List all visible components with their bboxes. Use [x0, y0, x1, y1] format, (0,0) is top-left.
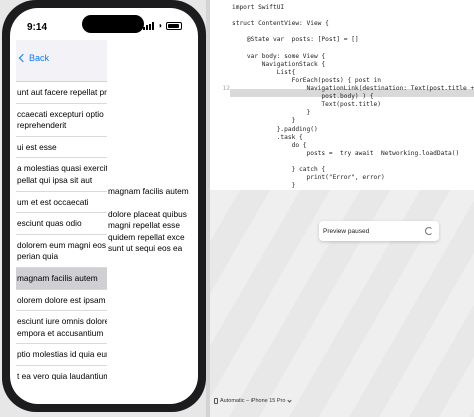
cellular-signal-icon	[143, 21, 155, 30]
list-item-label: magnam facilis autem	[17, 272, 98, 283]
back-button[interactable]: Back	[18, 53, 49, 63]
code-line: NavigationLink(destination: Text(post.ti…	[232, 85, 474, 92]
list-item-label: a molestias quasi exercitatiopellat qui …	[17, 163, 107, 185]
refresh-icon[interactable]	[425, 227, 433, 235]
chevron-down-icon	[287, 397, 293, 403]
list-item[interactable]: ccaecati excepturi optio reprehenderit	[16, 103, 107, 137]
list-item-label: esciunt quas odio	[17, 218, 82, 229]
code-line: import SwiftUI	[232, 4, 285, 11]
code-line: List{	[232, 68, 296, 76]
posts-list: Back unt aut facere repellat provi ccaec…	[16, 40, 107, 380]
back-label: Back	[29, 53, 50, 63]
phone-icon	[214, 398, 218, 404]
list-item-label: ccaecati excepturi optio reprehenderit	[17, 108, 104, 131]
status-time: 9:14	[27, 22, 48, 33]
code-line: }	[232, 182, 296, 190]
code-line: .task {	[232, 133, 303, 141]
detail-body-line: magni repellat esse	[108, 220, 180, 231]
code-line: Text(post.title)	[232, 101, 382, 109]
list-item[interactable]: olorem dolore est ipsam	[16, 289, 107, 312]
list-item[interactable]: dolorem eum magni eos perian quia	[16, 234, 107, 268]
list-item[interactable]: ptio molestias id quia eum	[16, 344, 107, 366]
code-line: struct ContentView: View {	[232, 20, 329, 28]
list-item-label: um et est occaecati	[17, 196, 89, 207]
device-label: Automatic – iPhone 15 Pro	[220, 398, 286, 404]
list-item[interactable]: a molestias quasi exercitatiopellat qui …	[16, 158, 107, 192]
preview-paused-banner: Preview paused	[319, 221, 439, 241]
code-line: }	[232, 109, 311, 117]
code-line: print("Error", error)	[232, 174, 385, 182]
list-item-label: esciunt iure omnis dolorem empora et accu…	[17, 316, 107, 338]
code-line: } catch {	[232, 166, 326, 173]
chevron-left-icon	[18, 53, 28, 63]
list-item-label: ui est esse	[17, 141, 57, 152]
list-item[interactable]: t ea vero quia laudantium	[16, 365, 107, 380]
preview-canvas: Preview paused Automatic – iPhone 15 Pro	[210, 190, 474, 417]
status-indicators: ◗	[143, 21, 182, 30]
preview-paused-label: Preview paused	[323, 227, 370, 235]
list-item-label: ptio molestias id quia eum	[17, 349, 107, 360]
list-item[interactable]: unt aut facere repellat provi	[16, 82, 107, 104]
list-item-label: t ea vero quia laudantium	[17, 370, 107, 380]
detail-title: magnam facilis autem	[108, 186, 189, 196]
detail-body-line: sunt ut sequi eos ea	[108, 243, 183, 254]
list-item[interactable]: ui est esse	[16, 136, 107, 159]
code-line: do {	[232, 141, 307, 149]
code-line: NavigationStack {	[232, 60, 326, 68]
code-line: @State var posts: [Post] = []	[232, 36, 359, 44]
detail-body-line: dolore placeat quibus	[108, 208, 187, 219]
line-number: 12	[222, 85, 230, 92]
code-line: var body: some View {	[232, 52, 326, 60]
dynamic-island	[82, 15, 144, 33]
detail-view: magnam facilis autem dolore placeat quib…	[108, 186, 190, 255]
navigation-bar: Back	[16, 40, 107, 82]
list-item-selected[interactable]: magnam facilis autem	[16, 267, 107, 290]
code-line: post.body) ) {	[232, 93, 374, 101]
code-editor[interactable]: import SwiftUI struct ContentView: View {…	[210, 0, 474, 190]
list-item-label: unt aut facere repellat provi	[17, 87, 107, 97]
list-item-label: dolorem eum magni eos perian quia	[17, 239, 107, 262]
code-line: posts = try await Networking.loadData()	[232, 149, 460, 157]
battery-icon	[166, 21, 182, 30]
list-item[interactable]: esciunt quas odio	[16, 213, 107, 235]
list-item[interactable]: esciunt iure omnis dolorem empora et accu…	[16, 311, 107, 345]
code-line: }	[232, 117, 296, 125]
iphone-simulator: 9:14 ◗ Back unt aut facere repellat prov…	[2, 0, 206, 412]
device-selector[interactable]: Automatic – iPhone 15 Pro	[214, 397, 293, 404]
code-line: }.padding()	[232, 125, 318, 133]
list-item-label: olorem dolore est ipsam	[17, 294, 106, 305]
list-item[interactable]: um et est occaecati	[16, 191, 107, 214]
code-line: ForEach(posts) { post in	[232, 76, 382, 84]
wifi-icon: ◗	[158, 21, 163, 30]
detail-body-line: quidem repellat exce	[108, 231, 185, 242]
